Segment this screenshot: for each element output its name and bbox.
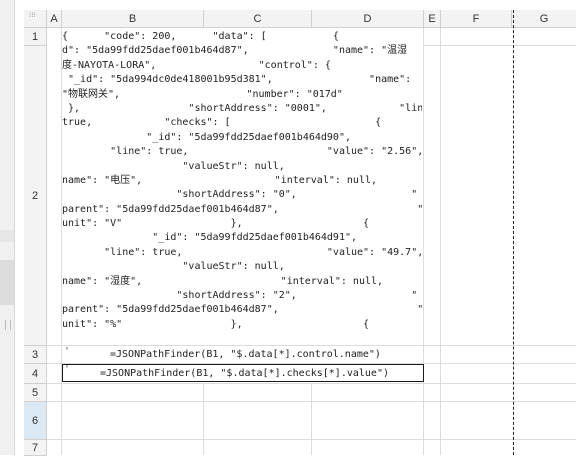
column-header-f[interactable]: F (441, 10, 512, 28)
cell-b3-formula[interactable]: =JSONPathFinder(B1, "$.data[*].control.n… (110, 349, 381, 360)
row-header-2[interactable]: 2 (24, 46, 47, 346)
json-text-line: { "code": 200, "data": [ { "_i (62, 31, 422, 42)
text-prefix-mark: ' (64, 346, 71, 357)
cell-b4-formula[interactable]: =JSONPathFinder(B1, "$.data[*].checks[*]… (100, 368, 389, 379)
cell-b1-json-text[interactable]: { "code": 200, "data": [ { "_i d": "5da99… (62, 30, 422, 346)
json-text-line: d": "5da99fdd25daef001b464d87", "name": … (62, 45, 408, 57)
json-text-line: "物联网关", "number": "017d" (62, 88, 343, 100)
row-header-4[interactable]: 4 (24, 364, 47, 384)
left-panel-strip (0, 0, 15, 455)
column-header-d[interactable]: D (312, 10, 424, 28)
json-text-line: "line": true, "value": "49.7", (62, 246, 422, 258)
json-text-line: "_id": "5da99fdd25daef001b464d90", (62, 131, 351, 143)
json-text-line: unit": "V" }, { (62, 218, 370, 230)
json-text-line: 度-NAYOTA-LORA", "control": { (62, 59, 331, 71)
row-header-5[interactable]: 5 (24, 384, 47, 402)
json-text-line: "shortAddress": "2", " (62, 290, 418, 302)
json-text-line: "shortAddress": "0", " (62, 189, 418, 201)
row-header-6[interactable]: 6 (24, 402, 47, 440)
row-header-1[interactable]: 1 (24, 28, 47, 46)
json-text-line: parent": "5da99fdd25daef001b464d87", " (62, 304, 422, 316)
grid-dots-icon: ⁝⁝⁝ (29, 11, 36, 19)
resize-grip-icon[interactable] (5, 320, 11, 330)
column-header-c[interactable]: C (204, 10, 312, 28)
json-text-line: "line": true, "value": "2.56", (62, 146, 422, 158)
row-header-7[interactable]: 7 (24, 440, 47, 456)
json-text-line: unit": "%" }, { (62, 318, 370, 330)
column-header-g[interactable]: G (512, 10, 576, 28)
json-text-line: "valueStr": null, " (62, 261, 422, 273)
json-text-line: "_id": "5da994dc0de418001b95d381", "name… (62, 74, 412, 86)
select-all-corner[interactable]: ⁝⁝⁝ (24, 10, 47, 28)
json-text-line: name": "湿度", "interval": null, (62, 275, 384, 287)
text-prefix-mark: ' (64, 364, 71, 375)
column-header-a[interactable]: A (47, 10, 62, 28)
row-header-3[interactable]: 3 (24, 346, 47, 364)
json-text-line: "_id": "5da99fdd25daef001b464d91", (62, 232, 358, 244)
json-text-line: parent": "5da99fdd25daef001b464d87", " (62, 203, 422, 215)
left-panel-band (0, 260, 14, 305)
json-text-line: "valueStr": null, " (62, 160, 422, 172)
column-header-b[interactable]: B (62, 10, 204, 28)
json-text-line: }, "shortAddress": "0001", "line": (62, 102, 422, 114)
page-break-line (513, 10, 514, 455)
json-text-line: true, "checks": [ { (62, 117, 382, 129)
left-panel-band (0, 230, 14, 242)
column-header-e[interactable]: E (424, 10, 441, 28)
json-text-line: name": "电压", "interval": null, (62, 174, 378, 186)
